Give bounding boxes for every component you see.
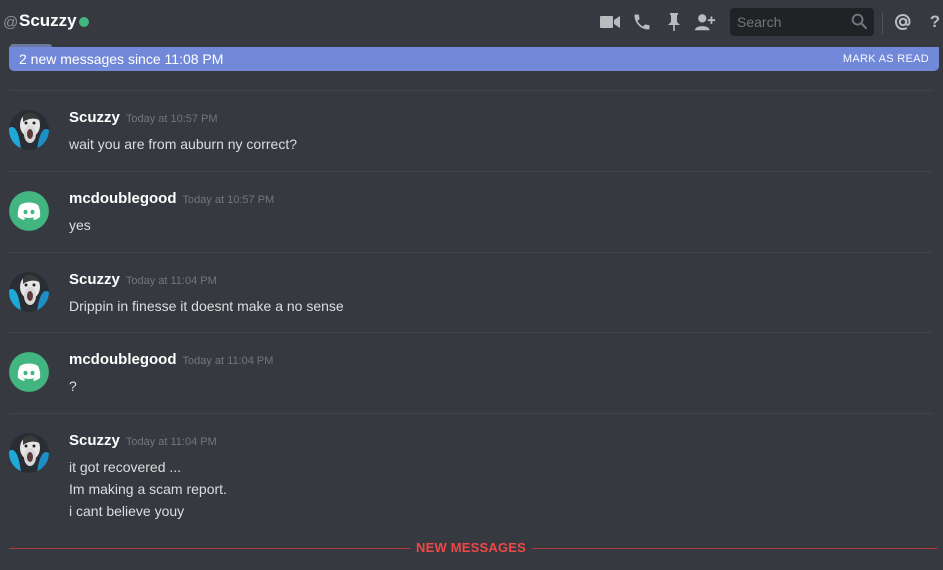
message-timestamp: Today at 11:04 PM xyxy=(182,355,274,367)
voice-call-icon[interactable] xyxy=(631,11,653,33)
scuzzy-avatar[interactable] xyxy=(9,433,49,473)
message-timestamp: Today at 11:04 PM xyxy=(125,436,217,448)
mark-as-read-button[interactable]: MARK AS READ xyxy=(843,53,929,65)
message-line: yes xyxy=(69,217,91,233)
discord-default-avatar[interactable] xyxy=(9,352,49,392)
channel-header: @ Scuzzy ? xyxy=(0,0,943,46)
message-header: Scuzzy Today at 11:04 PM xyxy=(69,271,217,289)
message-group: Scuzzy Today at 11:04 PM it got recovered… xyxy=(9,413,933,539)
message-content: wait you are from auburn ny correct? xyxy=(69,133,297,155)
message-timestamp: Today at 10:57 PM xyxy=(125,113,218,125)
new-messages-label: NEW MESSAGES xyxy=(410,540,533,555)
message-header: mcdoublegood Today at 10:57 PM xyxy=(69,190,274,208)
message-author[interactable]: Scuzzy xyxy=(69,271,120,288)
message-line: ? xyxy=(69,378,77,394)
search-input[interactable] xyxy=(730,8,848,36)
message-header: Scuzzy Today at 11:04 PM xyxy=(69,432,217,450)
message-author[interactable]: Scuzzy xyxy=(69,432,120,449)
pin-icon[interactable] xyxy=(663,11,685,33)
discord-default-avatar[interactable] xyxy=(9,191,49,231)
message-content: Drippin in finesse it doesnt make a no s… xyxy=(69,295,344,317)
video-call-icon[interactable] xyxy=(599,11,621,33)
message-header: Scuzzy Today at 10:57 PM xyxy=(69,109,218,127)
help-icon[interactable]: ? xyxy=(924,11,943,33)
new-messages-banner[interactable]: 2 new messages since 11:08 PM MARK AS RE… xyxy=(9,47,939,71)
scuzzy-avatar[interactable] xyxy=(9,272,49,312)
search-icon[interactable] xyxy=(851,13,868,35)
message-author[interactable]: mcdoublegood xyxy=(69,351,177,368)
message-header: mcdoublegood Today at 11:04 PM xyxy=(69,351,273,369)
message-content: it got recovered ... Im making a scam re… xyxy=(69,456,227,522)
dm-at-icon: @ xyxy=(3,14,19,31)
add-friend-icon[interactable] xyxy=(694,11,716,33)
message-line: i cant believe youy xyxy=(69,503,185,519)
message-list: Scuzzy Today at 10:57 PM wait you are fro… xyxy=(0,90,943,539)
message-timestamp: Today at 11:04 PM xyxy=(125,275,217,287)
message-content: yes xyxy=(69,214,91,236)
message-timestamp: Today at 10:57 PM xyxy=(182,194,275,206)
new-messages-banner-text[interactable]: 2 new messages since 11:08 PM xyxy=(19,51,223,67)
message-line: Drippin in finesse it doesnt make a no s… xyxy=(69,298,344,314)
message-group: Scuzzy Today at 11:04 PM Drippin in fines… xyxy=(9,252,933,332)
scuzzy-avatar[interactable] xyxy=(9,110,49,150)
message-group: mcdoublegood Today at 10:57 PM yes xyxy=(9,171,933,252)
message-author[interactable]: mcdoublegood xyxy=(69,190,177,207)
online-status-indicator xyxy=(79,17,89,27)
mention-icon[interactable] xyxy=(892,11,914,33)
header-divider xyxy=(882,12,883,34)
message-line: it got recovered ... xyxy=(69,459,182,475)
message-content: ? xyxy=(69,375,77,397)
message-line: wait you are from auburn ny correct? xyxy=(69,136,297,152)
search-box[interactable] xyxy=(730,8,874,36)
message-line: Im making a scam report. xyxy=(69,481,227,497)
message-group: Scuzzy Today at 10:57 PM wait you are fro… xyxy=(9,90,933,171)
channel-title[interactable]: Scuzzy xyxy=(19,11,77,31)
message-group: mcdoublegood Today at 11:04 PM ? xyxy=(9,332,933,413)
message-author[interactable]: Scuzzy xyxy=(69,109,120,126)
